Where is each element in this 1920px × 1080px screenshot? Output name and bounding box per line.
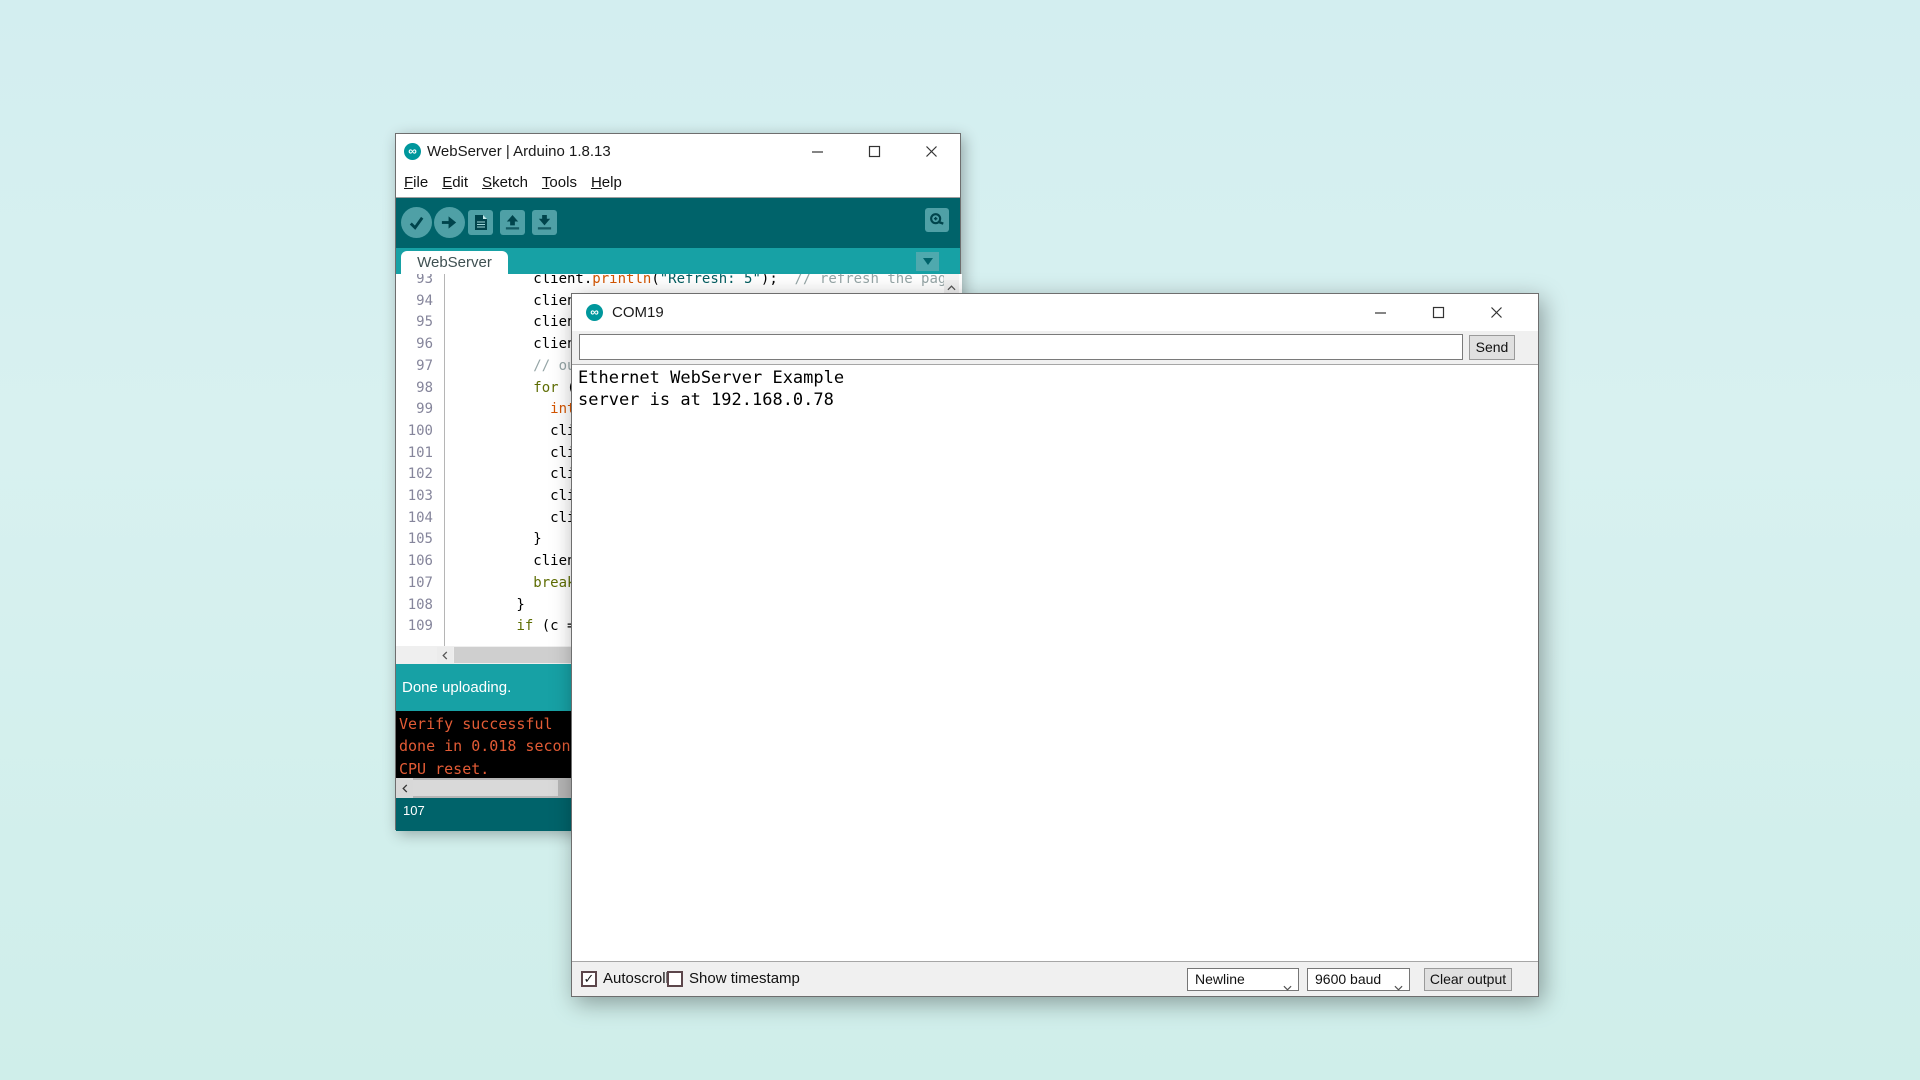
chevron-left-icon xyxy=(402,784,408,793)
arduino-logo-icon: ∞ xyxy=(586,304,603,321)
line-ending-value: Newline xyxy=(1195,971,1245,987)
close-button[interactable] xyxy=(1467,294,1525,331)
line-number-gutter: 9394959697989910010110210310410510610710… xyxy=(396,274,433,638)
desktop: { "colors": { "desktop_bg": "#d8f1f0", "… xyxy=(0,0,1920,1080)
maximize-icon xyxy=(868,145,881,158)
serial-window-controls xyxy=(1351,294,1525,331)
serial-output-line: server is at 192.168.0.78 xyxy=(578,390,1538,412)
serial-titlebar[interactable]: ∞ COM19 xyxy=(572,294,1538,331)
scroll-left-button[interactable] xyxy=(437,647,453,663)
line-number: 97 xyxy=(396,356,433,378)
new-sketch-button[interactable] xyxy=(468,210,493,235)
menu-item-tools[interactable]: Tools xyxy=(535,169,584,197)
line-number: 107 xyxy=(396,573,433,595)
right-arrow-icon xyxy=(440,213,459,232)
line-number: 104 xyxy=(396,508,433,530)
tab-webserver[interactable]: WebServer xyxy=(401,251,508,274)
autoscroll-checkbox[interactable]: ✓ xyxy=(581,971,597,987)
close-icon xyxy=(1490,306,1503,319)
maximize-button[interactable] xyxy=(1409,294,1467,331)
line-number: 105 xyxy=(396,529,433,551)
down-arrow-icon xyxy=(536,214,553,231)
serial-output-area[interactable]: Ethernet WebServer Exampleserver is at 1… xyxy=(572,364,1538,962)
send-button[interactable]: Send xyxy=(1469,335,1515,360)
maximize-icon xyxy=(1432,306,1445,319)
baud-rate-value: 9600 baud xyxy=(1315,971,1381,987)
serial-monitor-button[interactable] xyxy=(925,208,949,232)
chevron-down-icon xyxy=(1283,976,1292,997)
scroll-left-button[interactable] xyxy=(396,778,413,798)
chevron-down-icon xyxy=(1394,976,1403,997)
serial-output-line: Ethernet WebServer Example xyxy=(578,368,1538,390)
menu-item-help[interactable]: Help xyxy=(584,169,629,197)
gutter-separator xyxy=(444,274,445,646)
chevron-down-icon xyxy=(923,258,933,265)
line-number: 106 xyxy=(396,551,433,573)
menu-bar: FileEditSketchToolsHelp xyxy=(396,169,960,198)
autoscroll-label: Autoscroll xyxy=(603,962,669,996)
line-number: 101 xyxy=(396,443,433,465)
serial-input-field[interactable] xyxy=(579,334,1463,360)
menu-item-sketch[interactable]: Sketch xyxy=(475,169,535,197)
line-number: 94 xyxy=(396,291,433,313)
minimize-button[interactable] xyxy=(1351,294,1409,331)
menu-item-file[interactable]: File xyxy=(397,169,435,197)
show-timestamp-label: Show timestamp xyxy=(689,962,800,996)
baud-rate-select[interactable]: 9600 baud xyxy=(1307,968,1410,991)
arduino-titlebar[interactable]: ∞ WebServer | Arduino 1.8.13 xyxy=(396,134,960,169)
up-arrow-icon xyxy=(504,214,521,231)
line-number: 99 xyxy=(396,399,433,421)
chevron-left-icon xyxy=(442,651,448,660)
serial-bottom-bar: ✓ Autoscroll Show timestamp Newline 9600… xyxy=(572,962,1538,996)
line-ending-select[interactable]: Newline xyxy=(1187,968,1299,991)
minimize-button[interactable] xyxy=(789,134,846,169)
document-icon xyxy=(473,214,489,231)
chevron-up-icon xyxy=(947,285,956,291)
scrollbar-thumb[interactable] xyxy=(413,780,558,796)
maximize-button[interactable] xyxy=(846,134,903,169)
line-number: 96 xyxy=(396,334,433,356)
menu-item-edit[interactable]: Edit xyxy=(435,169,475,197)
code-line: client.println("Refresh: 5"); // refresh… xyxy=(449,274,962,291)
close-button[interactable] xyxy=(903,134,960,169)
sketch-tab-bar: WebServer xyxy=(396,248,960,274)
line-number: 93 xyxy=(396,274,433,291)
checkmark-icon xyxy=(407,213,426,232)
magnifier-icon xyxy=(928,211,946,229)
serial-monitor-window: ∞ COM19 Send Ethernet WebServer Examples… xyxy=(571,293,1539,997)
line-number: 98 xyxy=(396,378,433,400)
send-row: Send xyxy=(572,331,1538,364)
line-number: 103 xyxy=(396,486,433,508)
close-icon xyxy=(925,145,938,158)
arduino-window-controls xyxy=(789,134,960,169)
line-number: 95 xyxy=(396,312,433,334)
arduino-window-title: WebServer | Arduino 1.8.13 xyxy=(427,134,611,169)
status-text: Done uploading. xyxy=(402,679,511,696)
upload-button[interactable] xyxy=(434,207,465,238)
serial-window-title: COM19 xyxy=(612,294,664,331)
ide-toolbar xyxy=(396,198,960,248)
line-number: 108 xyxy=(396,595,433,617)
arduino-logo-icon: ∞ xyxy=(404,143,421,160)
verify-button[interactable] xyxy=(401,207,432,238)
save-sketch-button[interactable] xyxy=(532,210,557,235)
tab-list-button[interactable] xyxy=(916,252,939,271)
line-number: 109 xyxy=(396,616,433,638)
clear-output-button[interactable]: Clear output xyxy=(1424,968,1512,991)
show-timestamp-checkbox[interactable] xyxy=(667,971,683,987)
minimize-icon xyxy=(1374,306,1387,319)
minimize-icon xyxy=(811,145,824,158)
current-line-indicator: 107 xyxy=(403,803,425,818)
line-number: 100 xyxy=(396,421,433,443)
open-sketch-button[interactable] xyxy=(500,210,525,235)
line-number: 102 xyxy=(396,464,433,486)
